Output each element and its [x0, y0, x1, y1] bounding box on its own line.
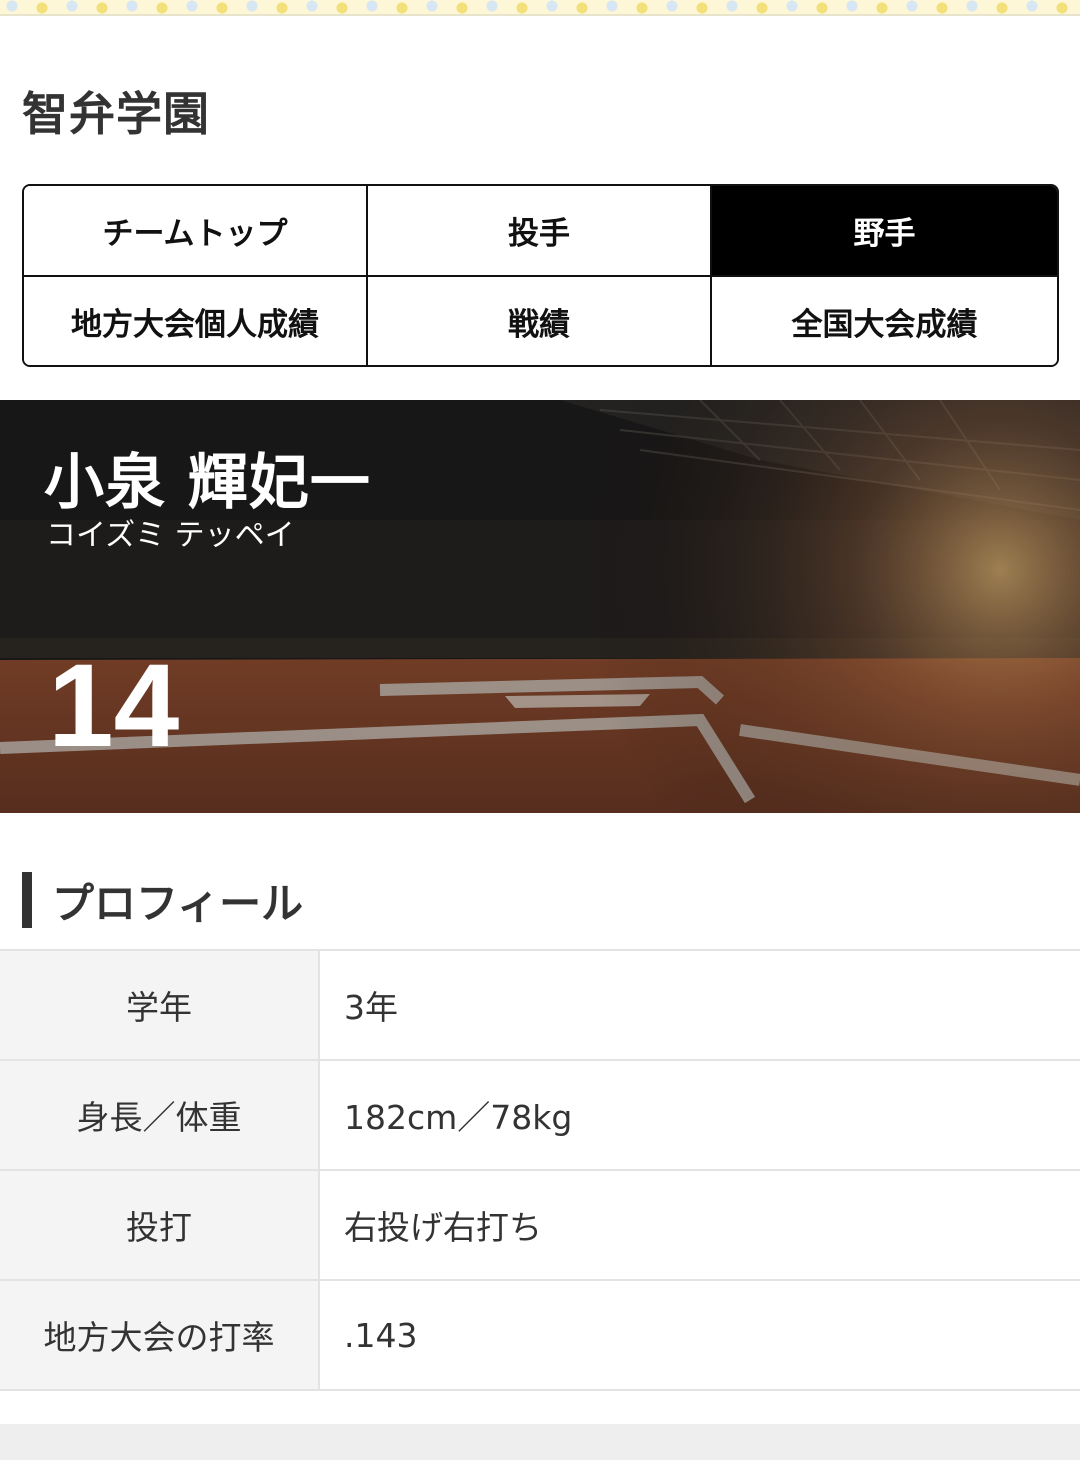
profile-section-heading: プロフィール: [22, 872, 303, 928]
tab-pitchers[interactable]: 投手: [368, 186, 712, 277]
profile-value-grade: 3年: [344, 988, 398, 1027]
table-row: 地方大会の打率 .143: [0, 1281, 1080, 1391]
tab-fielders[interactable]: 野手: [712, 186, 1057, 277]
team-tab-navigation: チームトップ 投手 野手 地方大会個人成績 戦績 全国大会成績: [22, 184, 1059, 367]
profile-table: 学年 3年 身長／体重 182cm／78kg 投打 右投げ右打ち 地方大会の打率…: [0, 949, 1080, 1391]
player-name-kana: コイズミ テッペイ: [46, 518, 295, 553]
profile-label-height-weight: 身長／体重: [0, 1061, 320, 1169]
profile-value-batting-average: .143: [344, 1315, 418, 1355]
profile-label-batting-average: 地方大会の打率: [0, 1281, 320, 1389]
decorative-top-strip: [0, 0, 1080, 16]
profile-value-throw-bat: 右投げ右打ち: [344, 1208, 542, 1247]
table-row: 身長／体重 182cm／78kg: [0, 1061, 1080, 1171]
table-row: 学年 3年: [0, 951, 1080, 1061]
profile-value-height-weight: 182cm／78kg: [344, 1098, 573, 1137]
profile-label-grade: 学年: [0, 951, 320, 1059]
profile-label-throw-bat: 投打: [0, 1171, 320, 1279]
player-name: 小泉 輝妃一: [44, 448, 371, 518]
uniform-number: 14: [48, 640, 180, 772]
tab-team-top[interactable]: チームトップ: [24, 186, 368, 277]
player-hero-banner: 小泉 輝妃一 コイズミ テッペイ 14: [0, 400, 1080, 813]
tab-game-results[interactable]: 戦績: [368, 277, 712, 365]
profile-heading-text: プロフィール: [52, 878, 304, 928]
school-title: 智弁学園: [22, 87, 210, 141]
tab-regional-individual-stats[interactable]: 地方大会個人成績: [24, 277, 368, 365]
heading-accent-bar: [22, 872, 32, 928]
footer-band: [0, 1424, 1080, 1460]
table-row: 投打 右投げ右打ち: [0, 1171, 1080, 1281]
tab-national-results[interactable]: 全国大会成績: [712, 277, 1057, 365]
